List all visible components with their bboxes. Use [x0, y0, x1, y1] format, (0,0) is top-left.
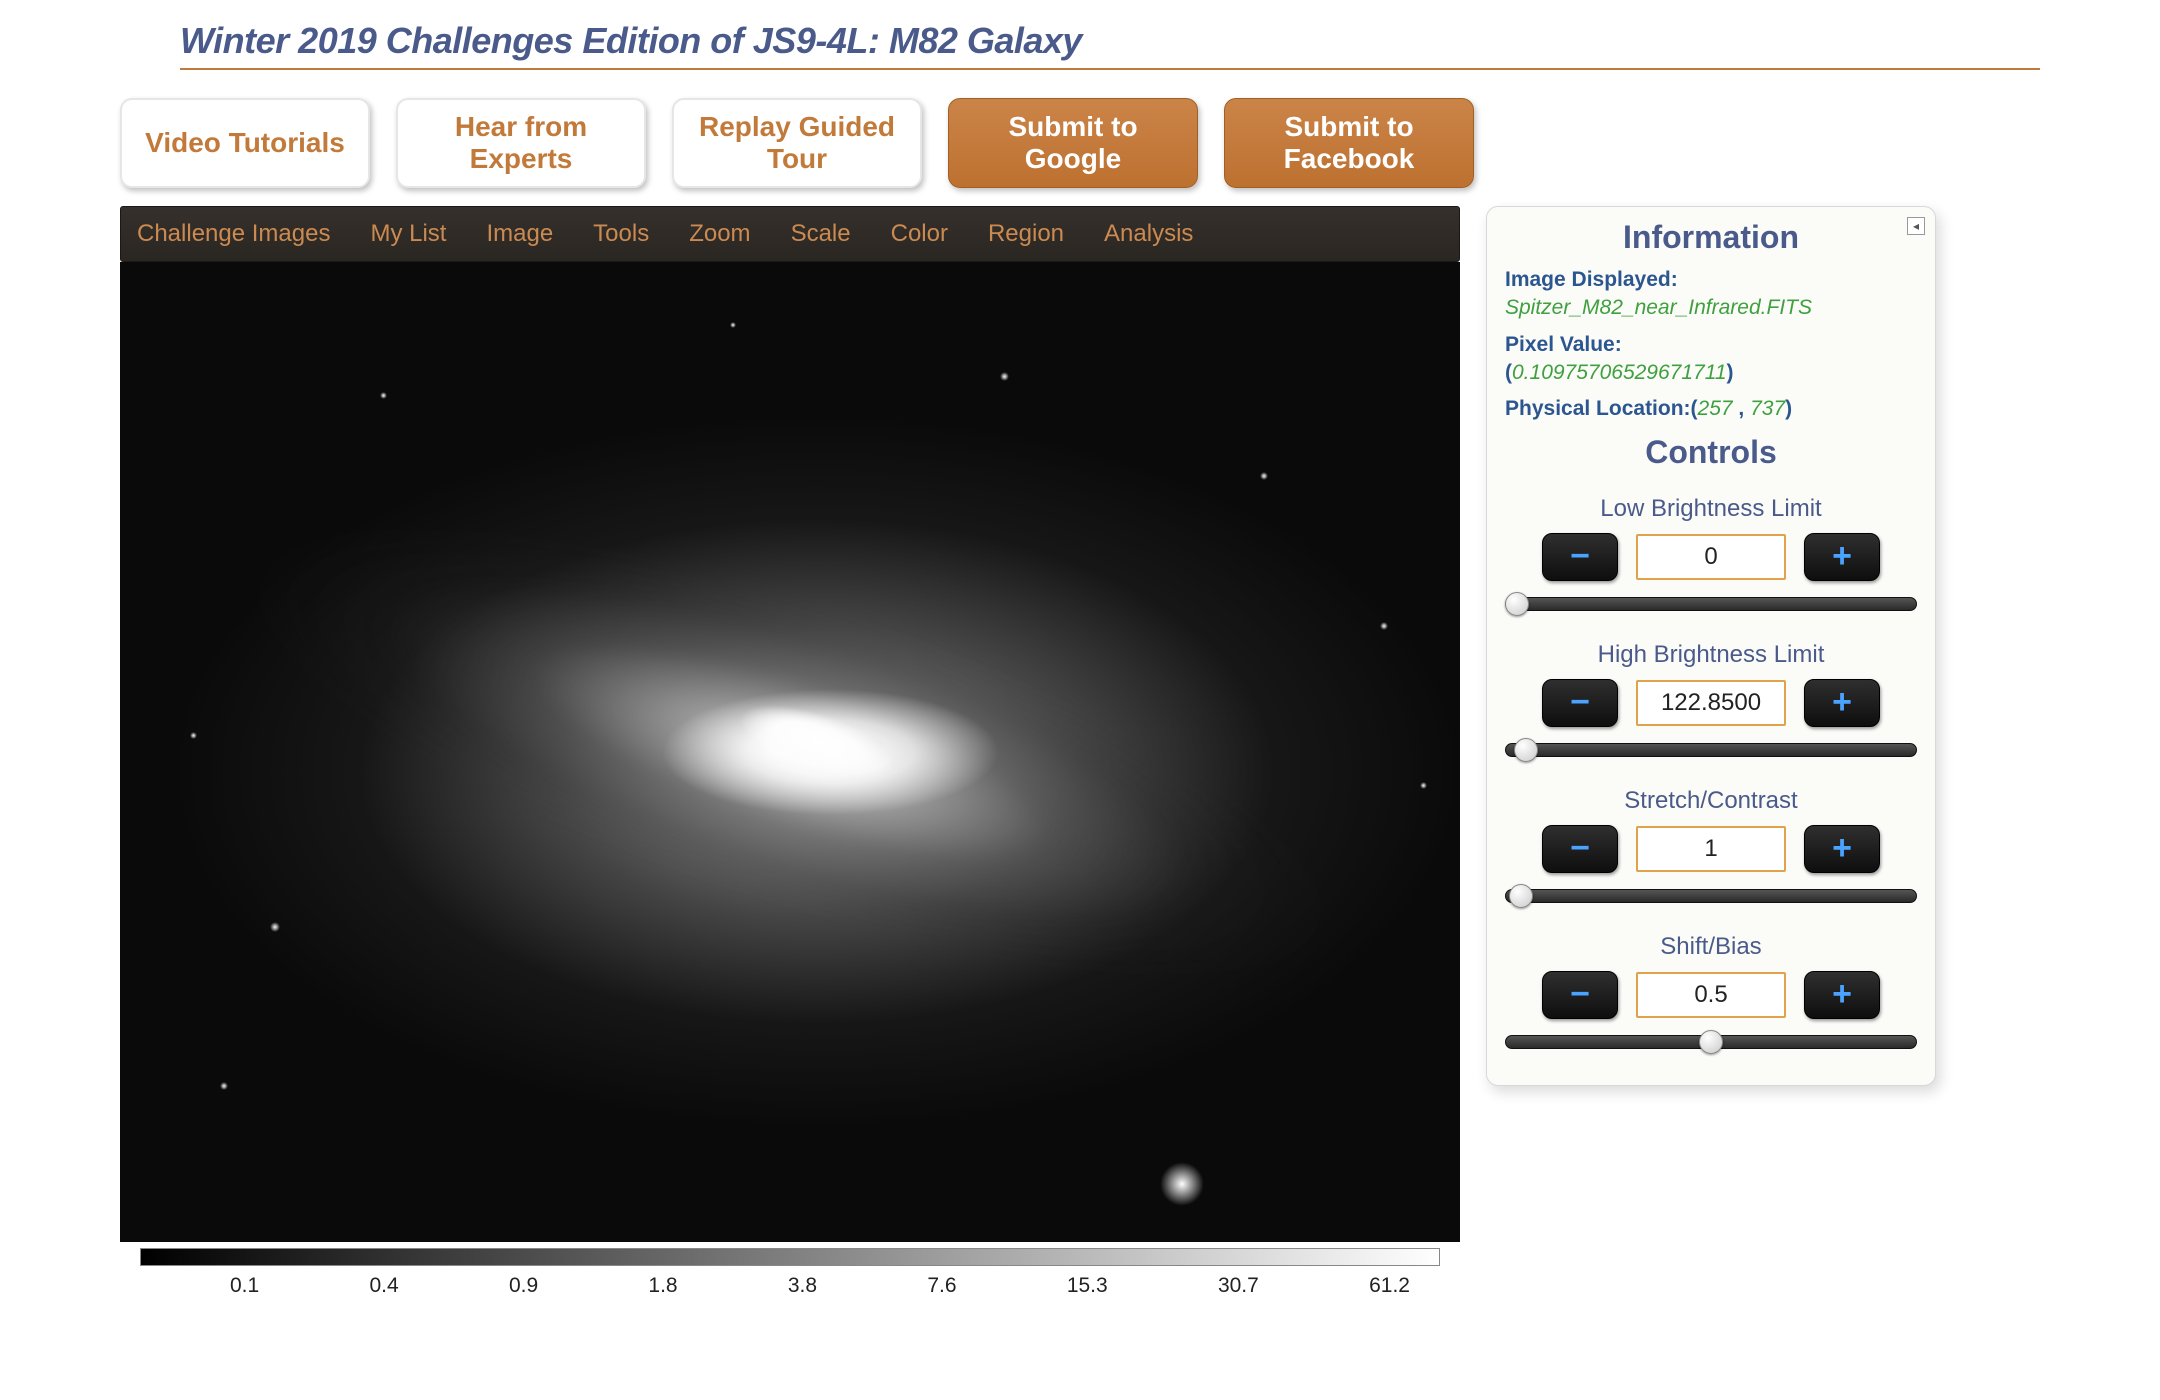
minus-icon: − — [1570, 683, 1590, 722]
viewer-column: Challenge Images My List Image Tools Zoo… — [120, 206, 1460, 1298]
hear-from-experts-button[interactable]: Hear from Experts — [396, 98, 646, 188]
physical-location-y: 737 — [1750, 397, 1785, 420]
menu-zoom[interactable]: Zoom — [689, 220, 750, 248]
tick-label: 61.2 — [1369, 1274, 1410, 1298]
shift-bias-minus-button[interactable]: − — [1542, 971, 1618, 1019]
tick-label: 0.4 — [369, 1274, 398, 1298]
low-brightness-group: Low Brightness Limit − + — [1505, 495, 1917, 615]
slider-thumb[interactable] — [1699, 1030, 1723, 1054]
plus-icon: + — [1832, 975, 1852, 1014]
shift-bias-input[interactable] — [1636, 972, 1786, 1018]
image-displayed-row: Image Displayed: Spitzer_M82_near_Infrar… — [1505, 266, 1917, 323]
star-icon — [190, 732, 197, 739]
tick-label: 30.7 — [1218, 1274, 1259, 1298]
pixel-value-value: 0.10975706529671711 — [1512, 361, 1727, 384]
stretch-contrast-minus-button[interactable]: − — [1542, 825, 1618, 873]
action-button-row: Video Tutorials Hear from Experts Replay… — [120, 98, 2040, 188]
high-brightness-plus-button[interactable]: + — [1804, 679, 1880, 727]
star-icon — [1160, 1162, 1204, 1206]
menu-challenge-images[interactable]: Challenge Images — [137, 220, 330, 248]
colorbar — [140, 1248, 1440, 1266]
pixel-value-label: Pixel Value: — [1505, 333, 1622, 356]
star-icon — [1420, 782, 1427, 789]
page-title: Winter 2019 Challenges Edition of JS9-4L… — [180, 20, 2040, 62]
menu-analysis[interactable]: Analysis — [1104, 220, 1193, 248]
slider-track — [1505, 597, 1917, 611]
menu-image[interactable]: Image — [486, 220, 553, 248]
star-icon — [220, 1082, 228, 1090]
collapse-panel-button[interactable]: ◂ — [1907, 217, 1925, 235]
star-icon — [380, 392, 387, 399]
shift-bias-slider[interactable] — [1505, 1031, 1917, 1053]
high-brightness-slider[interactable] — [1505, 739, 1917, 761]
viewer-menubar: Challenge Images My List Image Tools Zoo… — [120, 206, 1460, 262]
tick-label: 3.8 — [788, 1274, 817, 1298]
menu-region[interactable]: Region — [988, 220, 1064, 248]
image-displayed-label: Image Displayed: — [1505, 268, 1678, 291]
menu-color[interactable]: Color — [891, 220, 948, 248]
slider-thumb[interactable] — [1514, 738, 1538, 762]
high-brightness-minus-button[interactable]: − — [1542, 679, 1618, 727]
replay-guided-tour-button[interactable]: Replay Guided Tour — [672, 98, 922, 188]
minus-icon: − — [1570, 829, 1590, 868]
submit-to-google-button[interactable]: Submit to Google — [948, 98, 1198, 188]
plus-icon: + — [1832, 537, 1852, 576]
physical-location-row: Physical Location:(257 , 737) — [1505, 395, 1917, 423]
information-heading: Information — [1505, 219, 1917, 256]
low-brightness-input[interactable] — [1636, 534, 1786, 580]
title-underline — [180, 68, 2040, 70]
minus-icon: − — [1570, 537, 1590, 576]
shift-bias-group: Shift/Bias − + — [1505, 933, 1917, 1053]
low-brightness-slider[interactable] — [1505, 593, 1917, 615]
stretch-contrast-group: Stretch/Contrast − + — [1505, 787, 1917, 907]
slider-thumb[interactable] — [1505, 592, 1529, 616]
stretch-contrast-input[interactable] — [1636, 826, 1786, 872]
image-displayed-value: Spitzer_M82_near_Infrared.FITS — [1505, 296, 1812, 319]
tick-label: 7.6 — [927, 1274, 956, 1298]
slider-thumb[interactable] — [1509, 884, 1533, 908]
side-panel: ◂ Information Image Displayed: Spitzer_M… — [1486, 206, 1936, 1086]
video-tutorials-button[interactable]: Video Tutorials — [120, 98, 370, 188]
stretch-contrast-slider[interactable] — [1505, 885, 1917, 907]
slider-track — [1505, 889, 1917, 903]
menu-my-list[interactable]: My List — [370, 220, 446, 248]
plus-icon: + — [1832, 829, 1852, 868]
star-icon — [730, 322, 736, 328]
shift-bias-label: Shift/Bias — [1505, 933, 1917, 961]
tick-label: 0.9 — [509, 1274, 538, 1298]
slider-track — [1505, 743, 1917, 757]
shift-bias-plus-button[interactable]: + — [1804, 971, 1880, 1019]
pixel-value-row: Pixel Value: (0.10975706529671711) — [1505, 331, 1917, 388]
tick-label: 0.1 — [230, 1274, 259, 1298]
low-brightness-minus-button[interactable]: − — [1542, 533, 1618, 581]
low-brightness-label: Low Brightness Limit — [1505, 495, 1917, 523]
tick-label: 1.8 — [648, 1274, 677, 1298]
tick-label: 15.3 — [1067, 1274, 1108, 1298]
chevron-left-icon: ◂ — [1913, 219, 1919, 233]
menu-tools[interactable]: Tools — [593, 220, 649, 248]
stretch-contrast-plus-button[interactable]: + — [1804, 825, 1880, 873]
physical-location-x: 257 — [1698, 397, 1733, 420]
star-icon — [1380, 622, 1388, 630]
image-viewport[interactable] — [120, 262, 1460, 1242]
stretch-contrast-label: Stretch/Contrast — [1505, 787, 1917, 815]
star-icon — [1000, 372, 1009, 381]
colorbar-ticks: 0.1 0.4 0.9 1.8 3.8 7.6 15.3 30.7 61.2 — [120, 1266, 1460, 1298]
controls-heading: Controls — [1505, 434, 1917, 471]
menu-scale[interactable]: Scale — [791, 220, 851, 248]
physical-location-label: Physical Location: — [1505, 397, 1691, 420]
high-brightness-group: High Brightness Limit − + — [1505, 641, 1917, 761]
high-brightness-input[interactable] — [1636, 680, 1786, 726]
star-icon — [270, 922, 280, 932]
submit-to-facebook-button[interactable]: Submit to Facebook — [1224, 98, 1474, 188]
star-icon — [1260, 472, 1268, 480]
minus-icon: − — [1570, 975, 1590, 1014]
plus-icon: + — [1832, 683, 1852, 722]
high-brightness-label: High Brightness Limit — [1505, 641, 1917, 669]
low-brightness-plus-button[interactable]: + — [1804, 533, 1880, 581]
